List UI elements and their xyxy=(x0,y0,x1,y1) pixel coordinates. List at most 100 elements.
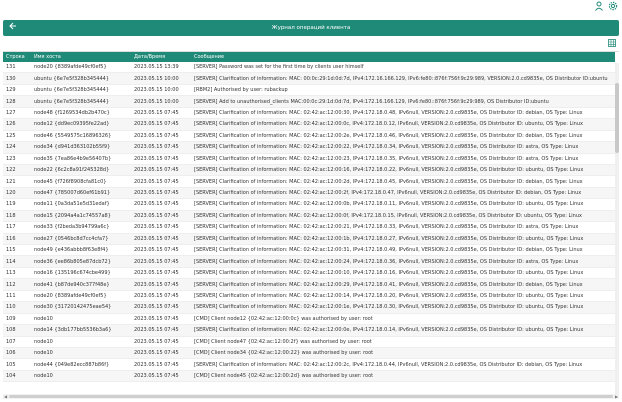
cell-row-number: 128 xyxy=(3,95,31,108)
cell-datetime: 2023.05.15 10:00 xyxy=(131,72,191,85)
cell-datetime: 2023.05.15 10:00 xyxy=(131,95,191,108)
table-row[interactable]: 122 node22 {6c2c8a91f245328d} 2023.05.15 0… xyxy=(3,164,615,177)
cell-row-number: 127 xyxy=(3,107,31,120)
table-row[interactable]: 115 node49 {e436abbb8f63e8f4} 2023.05.15 0… xyxy=(3,244,615,257)
person-icon[interactable] xyxy=(592,1,606,15)
table-row[interactable]: 112 node41 {b87de940c377f48e} 2023.05.15 0… xyxy=(3,278,615,291)
cell-hostname: node10 xyxy=(31,347,131,360)
cell-datetime: 2023.05.15 07:45 xyxy=(131,278,191,291)
table-row[interactable]: 117 node33 {f2beda3b94799a6c} 2023.05.15 0… xyxy=(3,221,615,234)
table-toolbar xyxy=(3,38,619,50)
cell-datetime: 2023.05.15 07:45 xyxy=(131,358,191,371)
cell-row-number: 119 xyxy=(3,198,31,211)
table-row[interactable]: 113 node16 {135196c674cbe499} 2023.05.15 0… xyxy=(3,267,615,280)
cell-row-number: 126 xyxy=(3,118,31,131)
cell-message: [SERVER] Clarification of information: M… xyxy=(191,72,615,85)
table-row[interactable]: 118 node15 {2094a4a1c74557a8} 2023.05.15 0… xyxy=(3,210,615,223)
table-row[interactable]: 107 node10 2023.05.15 07:45 [CMD] Client no… xyxy=(3,336,615,348)
cell-hostname: node11 {0a3da51e5d31edaf} xyxy=(31,198,131,211)
cell-datetime: 2023.05.15 07:45 xyxy=(131,313,191,326)
scroll-right-icon[interactable]: ▶ xyxy=(614,394,619,399)
table-row[interactable]: 121 node45 {f726f8908cfa81c0} 2023.05.15 0… xyxy=(3,175,615,188)
cell-datetime: 2023.05.15 10:00 xyxy=(131,84,191,97)
cell-hostname: node30 {31720142475eae54} xyxy=(31,301,131,314)
cell-hostname: node20 {8389afde49cf0ef5} xyxy=(31,290,131,303)
cell-datetime: 2023.05.15 07:45 xyxy=(131,290,191,303)
cell-row-number: 124 xyxy=(3,141,31,154)
cell-row-number: 125 xyxy=(3,130,31,143)
page-header: Журнал операций клиента xyxy=(3,20,619,36)
table-row[interactable]: 125 node46 {5549575c16896326} 2023.05.15 0… xyxy=(3,130,615,143)
cell-row-number: 121 xyxy=(3,175,31,188)
table-row[interactable]: 106 node10 2023.05.15 07:45 [CMD] Client no… xyxy=(3,347,615,360)
table-row[interactable]: 120 node47 {785007d60ef61b91} 2023.05.15 0… xyxy=(3,187,615,200)
cell-message: [SERVER] Clarification of information: M… xyxy=(191,255,615,268)
column-header-message[interactable]: Сообщение xyxy=(191,52,615,62)
cell-datetime: 2023.05.15 07:45 xyxy=(131,324,191,337)
cell-message: [SERVER] Clarification of information: M… xyxy=(191,130,615,143)
table-row[interactable]: 128 ubuntu {6e7e5f328b345444} 2023.05.15 1… xyxy=(3,95,615,108)
vertical-scrollbar-thumb[interactable] xyxy=(615,83,619,153)
cell-hostname: node16 {135196c674cbe499} xyxy=(31,267,131,280)
cell-hostname: node48 {f1269534db2b470c} xyxy=(31,107,131,120)
cell-message: [SERVER] Clarification of information: M… xyxy=(191,175,615,188)
cell-hostname: ubuntu {6e7e5f328b345444} xyxy=(31,95,131,108)
horizontal-scrollbar-thumb[interactable] xyxy=(9,395,613,398)
table-row[interactable]: 116 node27 {0546bc8d7cc4cfa7} 2023.05.15 0… xyxy=(3,233,615,246)
cell-hostname: node45 {f726f8908cfa81c0} xyxy=(31,175,131,188)
table-row[interactable]: 129 ubuntu {6e7e5f328b345444} 2023.05.15 1… xyxy=(3,84,615,97)
cell-row-number: 106 xyxy=(3,347,31,360)
table-row[interactable]: 114 node36 {ee86b805e87dcb72} 2023.05.15 0… xyxy=(3,255,615,268)
cell-message: [SERVER] Clarification of information: M… xyxy=(191,187,615,200)
vertical-scrollbar[interactable] xyxy=(615,63,619,394)
cell-message: [SERVER] Clarification of information: M… xyxy=(191,324,615,337)
cell-row-number: 130 xyxy=(3,72,31,85)
column-header-row[interactable]: Строка xyxy=(3,52,31,62)
column-header-hostname[interactable]: Имя хоста xyxy=(31,52,131,62)
cell-datetime: 2023.05.15 07:45 xyxy=(131,233,191,246)
gear-icon[interactable] xyxy=(606,1,620,15)
operations-log-table: Строка Имя хоста Дата/Время Сообщение 13… xyxy=(3,51,619,394)
cell-hostname: node36 {ee86b805e87dcb72} xyxy=(31,255,131,268)
table-row[interactable]: 123 node35 {7ea86e4b9e56407b} 2023.05.15 0… xyxy=(3,153,615,165)
table-settings-icon[interactable] xyxy=(607,39,617,49)
cell-message: [SERVER] Clarification of information: M… xyxy=(191,164,615,177)
cell-row-number: 109 xyxy=(3,313,31,326)
cell-message: [RBM2] Authorised by user: rubackup xyxy=(191,84,615,97)
cell-datetime: 2023.05.15 07:45 xyxy=(131,370,191,383)
table-row[interactable]: 130 ubuntu {6e7e5f328b345444} 2023.05.15 1… xyxy=(3,72,615,85)
cell-message: [SERVER] Password was set for the first … xyxy=(191,62,615,74)
horizontal-scrollbar[interactable]: ◀ ▶ xyxy=(3,394,619,399)
cell-row-number: 120 xyxy=(3,187,31,200)
table-row[interactable]: 111 node20 {8389afde49cf0ef5} 2023.05.15 0… xyxy=(3,290,615,303)
cell-message: [SERVER] Clarification of information: M… xyxy=(191,210,615,223)
cell-hostname: node47 {785007d60ef61b91} xyxy=(31,187,131,200)
table-row[interactable]: 124 node34 {d941d363102b55f9} 2023.05.15 0… xyxy=(3,141,615,154)
table-header-row: Строка Имя хоста Дата/Время Сообщение xyxy=(3,52,615,62)
table-row[interactable]: 127 node48 {f1269534db2b470c} 2023.05.15 0… xyxy=(3,107,615,120)
cell-datetime: 2023.05.15 07:45 xyxy=(131,198,191,211)
table-row[interactable]: 104 node10 2023.05.15 07:45 [CMD] Client no… xyxy=(3,370,615,383)
top-bar xyxy=(0,0,622,17)
cell-message: [CMD] Client node47 {02:42:ac:12:00:2f} … xyxy=(191,336,615,348)
cell-row-number: 112 xyxy=(3,278,31,291)
cell-message: [SERVER] Clarification of information: M… xyxy=(191,358,615,371)
scroll-left-icon[interactable]: ◀ xyxy=(3,394,8,399)
cell-datetime: 2023.05.15 07:45 xyxy=(131,255,191,268)
table-row[interactable]: 105 node44 {049e82ecc887b86f} 2023.05.15 0… xyxy=(3,358,615,371)
table-row[interactable]: 109 node10 2023.05.15 07:45 [CMD] Client no… xyxy=(3,313,615,326)
column-header-datetime[interactable]: Дата/Время xyxy=(131,52,191,62)
page-title: Журнал операций клиента xyxy=(271,25,351,31)
table-row[interactable]: 126 node12 {dd9ec09395fe22ad} 2023.05.15 0… xyxy=(3,118,615,131)
cell-hostname: node10 xyxy=(31,313,131,326)
cell-hostname: node49 {e436abbb8f63e8f4} xyxy=(31,244,131,257)
cell-row-number: 105 xyxy=(3,358,31,371)
cell-hostname: node20 {8389afde49cf0ef5} xyxy=(31,62,131,74)
cell-hostname: node44 {049e82ecc887b86f} xyxy=(31,358,131,371)
table-row[interactable]: 110 node30 {31720142475eae54} 2023.05.15 0… xyxy=(3,301,615,314)
cell-datetime: 2023.05.15 07:45 xyxy=(131,301,191,314)
table-row[interactable]: 119 node11 {0a3da51e5d31edaf} 2023.05.15 0… xyxy=(3,198,615,211)
cell-message: [CMD] Client node34 {02:42:ac:12:00:22} … xyxy=(191,347,615,360)
table-row[interactable]: 131 node20 {8389afde49cf0ef5} 2023.05.15 1… xyxy=(3,62,615,74)
table-row[interactable]: 108 node14 {3db177bb5536b3a6} 2023.05.15 0… xyxy=(3,324,615,337)
